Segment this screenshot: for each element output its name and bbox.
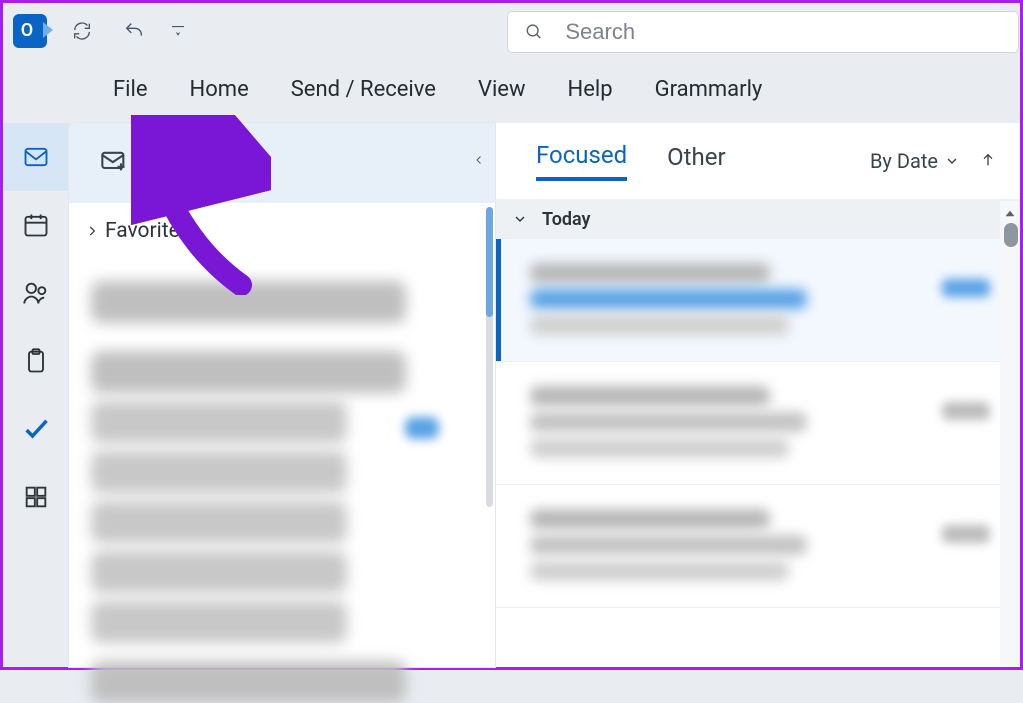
calendar-icon [22,211,50,239]
rail-people[interactable] [3,259,69,327]
people-icon [22,279,50,307]
group-header-today[interactable]: Today [496,199,1020,239]
search-box[interactable] [507,11,1019,53]
navigation-rail [3,123,69,667]
sync-button[interactable] [65,14,99,48]
group-header-label: Today [542,209,591,230]
ribbon-tab-grammarly[interactable]: Grammarly [655,77,763,102]
arrow-up-icon [980,152,996,168]
folder-item[interactable] [91,601,347,643]
sync-icon [71,20,93,42]
ribbon-tab-help[interactable]: Help [568,77,613,102]
folder-item[interactable] [91,451,347,493]
account-item[interactable] [91,351,406,393]
favorites-label: Favorites [105,219,191,243]
message-sender [530,386,770,406]
chevron-down-icon [169,20,187,42]
sort-by-label: By Date [870,149,938,173]
message-preview [530,561,789,581]
chevron-down-icon [944,153,960,169]
tab-other[interactable]: Other [667,143,725,179]
scrollbar-thumb[interactable] [1004,223,1018,247]
undo-button[interactable] [117,14,151,48]
ribbon-tab-view[interactable]: View [478,77,526,102]
undo-icon [123,20,145,42]
message-subject [530,535,807,555]
message-time [942,525,990,543]
rail-tasks[interactable] [3,395,69,463]
sort-by-button[interactable]: By Date [870,149,960,173]
rail-apps[interactable] [3,463,69,531]
message-preview [530,315,789,335]
ribbon-tabs: File Home Send / Receive View Help Gramm… [3,59,1020,119]
scroll-up-icon[interactable] [1004,205,1016,224]
collapse-folder-pane[interactable] [473,151,485,170]
search-icon [525,22,543,42]
outlook-logo: O [13,14,47,48]
apps-icon [22,483,50,511]
chevron-right-icon [85,224,99,238]
message-list-pane: Focused Other By Date Today [495,123,1020,667]
folder-item[interactable] [91,501,347,543]
search-input[interactable] [563,18,1001,46]
message-item[interactable] [496,362,1020,485]
rail-mail[interactable] [3,123,69,191]
clipboard-icon [22,347,50,375]
message-subject [530,289,807,309]
new-email-button[interactable]: New Email [69,123,495,203]
check-icon [22,415,50,443]
message-scrollbar[interactable] [1000,201,1020,667]
tab-focused[interactable]: Focused [536,141,627,181]
message-sender [530,263,770,283]
mail-icon [22,143,50,171]
message-list-tabs: Focused Other By Date [496,123,1020,199]
rail-notes[interactable] [3,327,69,395]
ribbon-tab-file[interactable]: File [113,77,148,102]
quick-access-more-button[interactable] [169,14,187,48]
rail-calendar[interactable] [3,191,69,259]
account-item[interactable] [91,661,406,703]
message-time [942,402,990,420]
work-area: New Email Favorites Focused Other [3,123,1020,667]
message-subject [530,412,807,432]
message-sender [530,509,770,529]
unread-badge [405,417,439,439]
account-item[interactable] [91,281,406,323]
favorites-header[interactable]: Favorites [69,203,495,259]
message-preview [530,438,789,458]
new-email-icon [99,147,129,179]
message-time [942,279,990,297]
message-item[interactable] [496,239,1020,362]
folder-scrollbar-thumb[interactable] [486,207,493,317]
ribbon-tab-home[interactable]: Home [190,77,249,102]
chevron-down-icon [512,211,528,227]
ribbon-tab-sendrecv[interactable]: Send / Receive [291,77,436,102]
message-item[interactable] [496,485,1020,608]
folder-pane: New Email Favorites [69,123,495,667]
chevron-left-icon [473,154,485,166]
sort-direction-button[interactable] [980,149,996,173]
folder-item[interactable] [91,401,347,443]
folder-item[interactable] [91,551,347,593]
new-email-label: New Email [147,149,260,177]
